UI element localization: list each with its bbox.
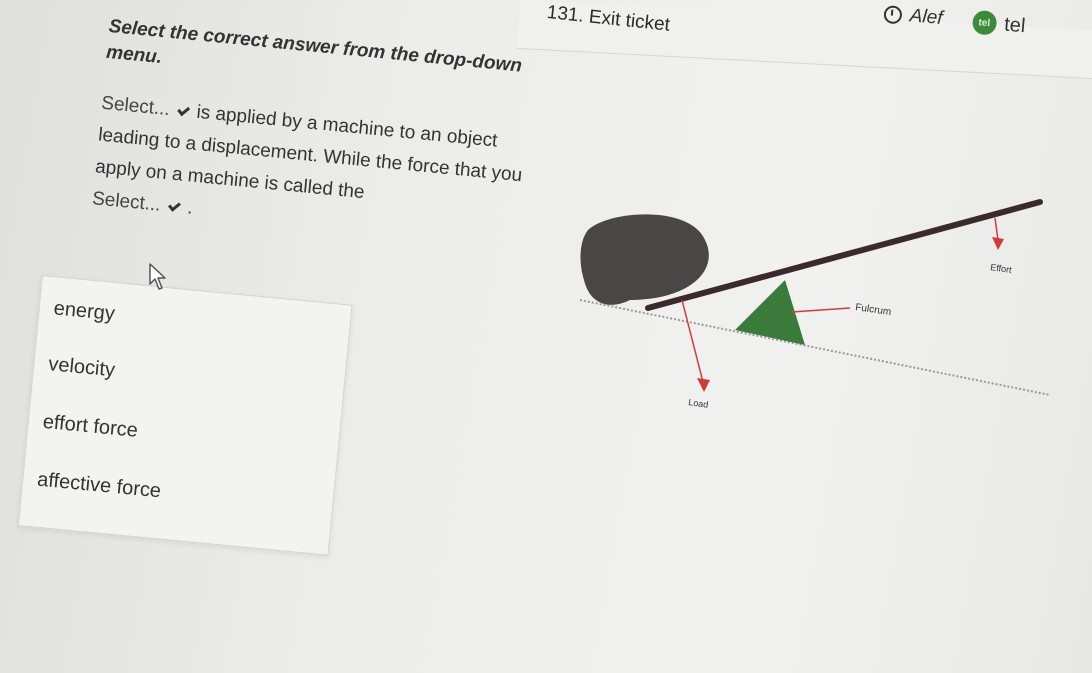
question-panel: Select the correct answer from the drop-…: [91, 14, 538, 256]
answer-select-2[interactable]: Select...: [91, 183, 181, 223]
clock-icon: [883, 4, 903, 25]
select-placeholder: Select...: [100, 92, 171, 121]
answer-select-1[interactable]: Select...: [100, 88, 190, 128]
dropdown-menu[interactable]: energy velocity effort force affective f…: [17, 275, 353, 556]
avatar[interactable]: tel: [971, 9, 998, 36]
dropdown-option[interactable]: velocity: [47, 353, 116, 382]
dropdown-option[interactable]: energy: [53, 297, 116, 326]
effort-arrow-head: [992, 237, 1004, 250]
user-label[interactable]: tel: [1003, 13, 1026, 38]
screen: 131. Exit ticket Alef tel tel Select the…: [0, 0, 1092, 673]
chevron-down-icon: [167, 198, 181, 212]
fulcrum-pointer: [791, 307, 851, 313]
dropdown-option[interactable]: affective force: [36, 469, 162, 504]
rock: [580, 214, 709, 305]
effort-label: Effort: [990, 262, 1013, 275]
question-sentence: Select... is applied by a machine to an …: [91, 88, 531, 257]
ground-line: [579, 299, 1051, 396]
question-text-2: .: [186, 197, 194, 219]
load-label: Load: [688, 397, 709, 410]
lever-diagram: Effort Fulcrum Load: [579, 199, 1051, 410]
mouse-pointer-icon: [149, 263, 166, 290]
user-name[interactable]: Alef: [909, 5, 943, 30]
select-placeholder: Select...: [91, 188, 162, 216]
fulcrum-label: Fulcrum: [855, 302, 892, 318]
load-arrow-head: [697, 378, 710, 392]
question-instruction: Select the correct answer from the drop-…: [105, 15, 523, 77]
chevron-down-icon: [176, 103, 190, 116]
dropdown-option[interactable]: effort force: [42, 411, 139, 443]
effort-arrow-line: [994, 217, 999, 241]
load-arrow-line: [681, 299, 704, 383]
